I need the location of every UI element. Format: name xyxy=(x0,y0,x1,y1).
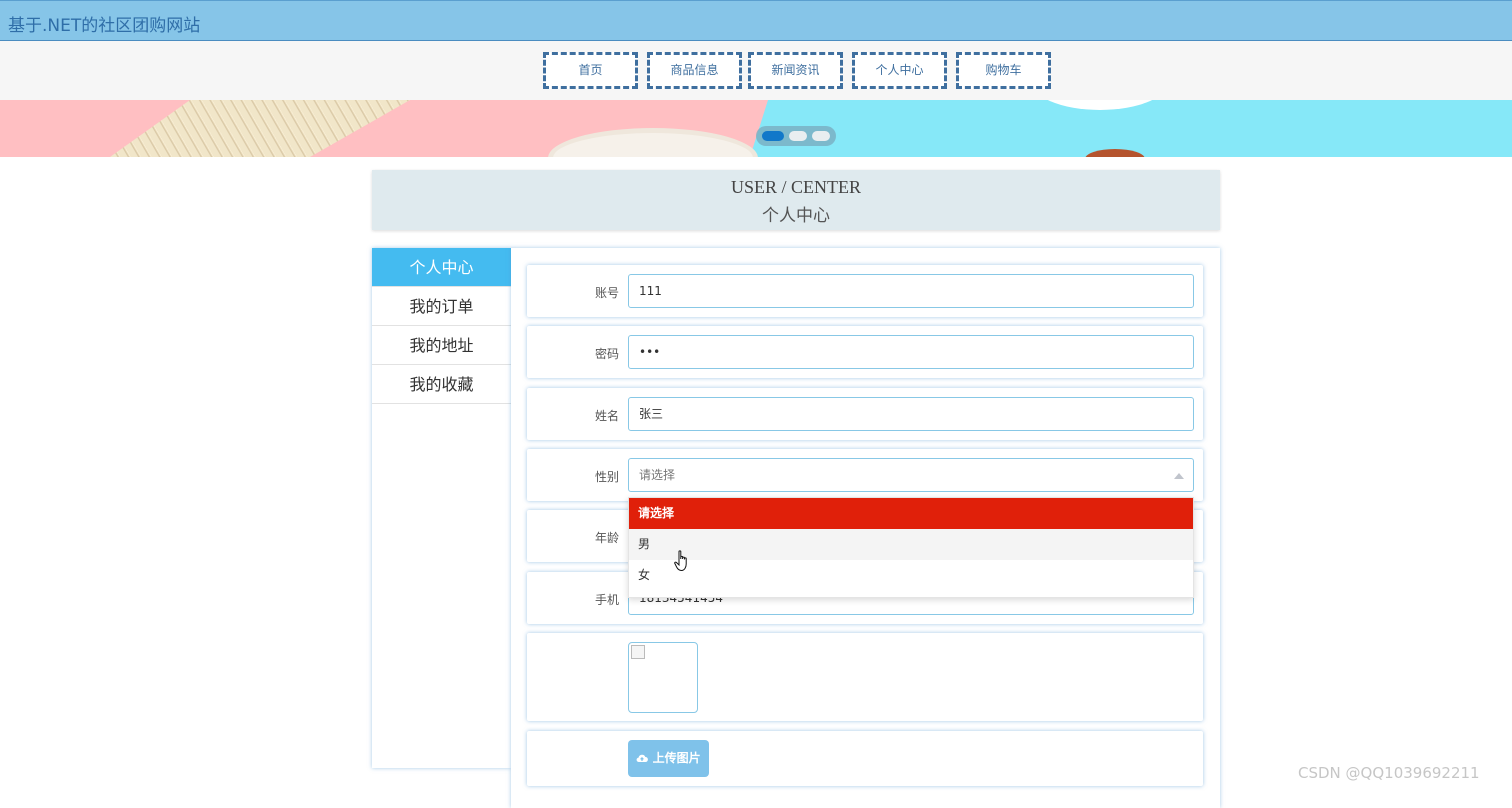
password-label: 密码 xyxy=(594,347,619,361)
gender-option[interactable]: 请选择 xyxy=(629,498,1193,529)
gender-dropdown: 请选择 男 女 xyxy=(628,497,1194,598)
carousel-dot[interactable] xyxy=(762,131,784,141)
nav-user-center[interactable]: 个人中心 xyxy=(852,52,947,89)
form-row-gender: 性别 请选择 xyxy=(527,449,1203,501)
form-row-name: 姓名 张三 xyxy=(527,388,1203,440)
form-row-upload: 上传图片 xyxy=(527,731,1203,786)
nav-news[interactable]: 新闻资讯 xyxy=(748,52,843,89)
gender-select[interactable]: 请选择 xyxy=(628,458,1194,492)
form-row-password: 密码 ••• xyxy=(527,326,1203,378)
name-label: 姓名 xyxy=(594,409,619,423)
age-label: 年龄 xyxy=(594,531,619,545)
account-label: 账号 xyxy=(594,286,619,300)
user-sidebar: 个人中心 我的订单 我的地址 我的收藏 xyxy=(372,248,511,768)
carousel-dot[interactable] xyxy=(812,131,830,141)
sidebar-item-orders[interactable]: 我的订单 xyxy=(372,287,511,326)
watermark: CSDN @QQ1039692211 xyxy=(1298,764,1480,782)
gender-option[interactable]: 男 xyxy=(629,529,1193,560)
phone-label: 手机 xyxy=(594,593,619,607)
carousel-indicators xyxy=(756,126,836,146)
section-title-en: USER / CENTER xyxy=(730,177,861,197)
broken-image-icon xyxy=(631,645,645,659)
form-row-avatar xyxy=(527,633,1203,721)
main-nav: 首页 商品信息 新闻资讯 个人中心 购物车 xyxy=(0,41,1512,100)
sidebar-item-user-center[interactable]: 个人中心 xyxy=(372,248,511,287)
gender-label: 性别 xyxy=(594,470,619,484)
nav-cart[interactable]: 购物车 xyxy=(956,52,1051,89)
caret-up-icon xyxy=(1174,473,1184,479)
nav-home[interactable]: 首页 xyxy=(543,52,638,89)
sidebar-item-favorites[interactable]: 我的收藏 xyxy=(372,365,511,404)
cloud-upload-icon xyxy=(636,754,649,763)
top-header: 基于.NET的社区团购网站 xyxy=(0,0,1512,41)
banner-bg-right xyxy=(750,100,1512,157)
section-header: USER / CENTER 个人中心 xyxy=(372,170,1220,230)
account-input[interactable]: 111 xyxy=(628,274,1194,308)
name-input[interactable]: 张三 xyxy=(628,397,1194,431)
upload-button-label: 上传图片 xyxy=(652,751,701,765)
form-row-account: 账号 111 xyxy=(527,265,1203,317)
gender-select-value: 请选择 xyxy=(639,468,676,482)
carousel-banner xyxy=(0,100,1512,157)
hand-pointer-icon xyxy=(674,550,687,572)
carousel-dot[interactable] xyxy=(789,131,807,141)
upload-image-button[interactable]: 上传图片 xyxy=(628,740,709,777)
site-title: 基于.NET的社区团购网站 xyxy=(8,16,201,36)
password-input[interactable]: ••• xyxy=(628,335,1194,369)
avatar-preview xyxy=(628,642,698,713)
nav-products[interactable]: 商品信息 xyxy=(647,52,742,89)
sidebar-item-addresses[interactable]: 我的地址 xyxy=(372,326,511,365)
section-title-cn: 个人中心 xyxy=(762,206,830,225)
gender-option[interactable]: 女 xyxy=(629,560,1193,591)
